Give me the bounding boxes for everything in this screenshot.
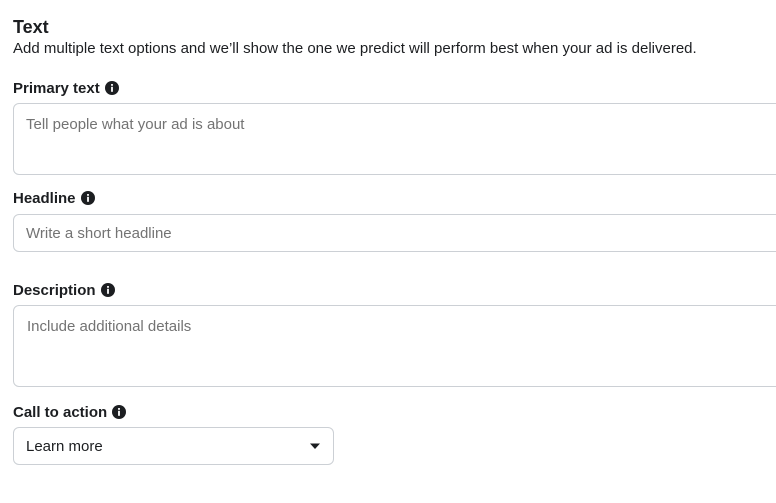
- primary-text-input[interactable]: [13, 103, 776, 175]
- call-to-action-select[interactable]: Learn more: [13, 427, 334, 465]
- call-to-action-label: Call to action: [13, 403, 108, 421]
- section-title: Text: [13, 17, 49, 37]
- description-label-row: Description: [13, 280, 115, 300]
- info-icon[interactable]: [112, 405, 127, 419]
- description-input[interactable]: [13, 305, 776, 387]
- info-icon[interactable]: [100, 283, 115, 297]
- headline-label-row: Headline: [13, 188, 95, 208]
- call-to-action-label-row: Call to action: [13, 402, 127, 422]
- description-label: Description: [13, 281, 96, 299]
- headline-label: Headline: [13, 189, 76, 207]
- info-icon[interactable]: [80, 191, 95, 205]
- primary-text-label: Primary text: [13, 79, 100, 97]
- caret-down-icon: [309, 442, 321, 450]
- headline-input[interactable]: [13, 214, 776, 252]
- info-icon[interactable]: [104, 81, 119, 95]
- call-to-action-value: Learn more: [26, 437, 103, 455]
- primary-text-label-row: Primary text: [13, 78, 119, 98]
- section-subtitle: Add multiple text options and we’ll show…: [13, 40, 697, 57]
